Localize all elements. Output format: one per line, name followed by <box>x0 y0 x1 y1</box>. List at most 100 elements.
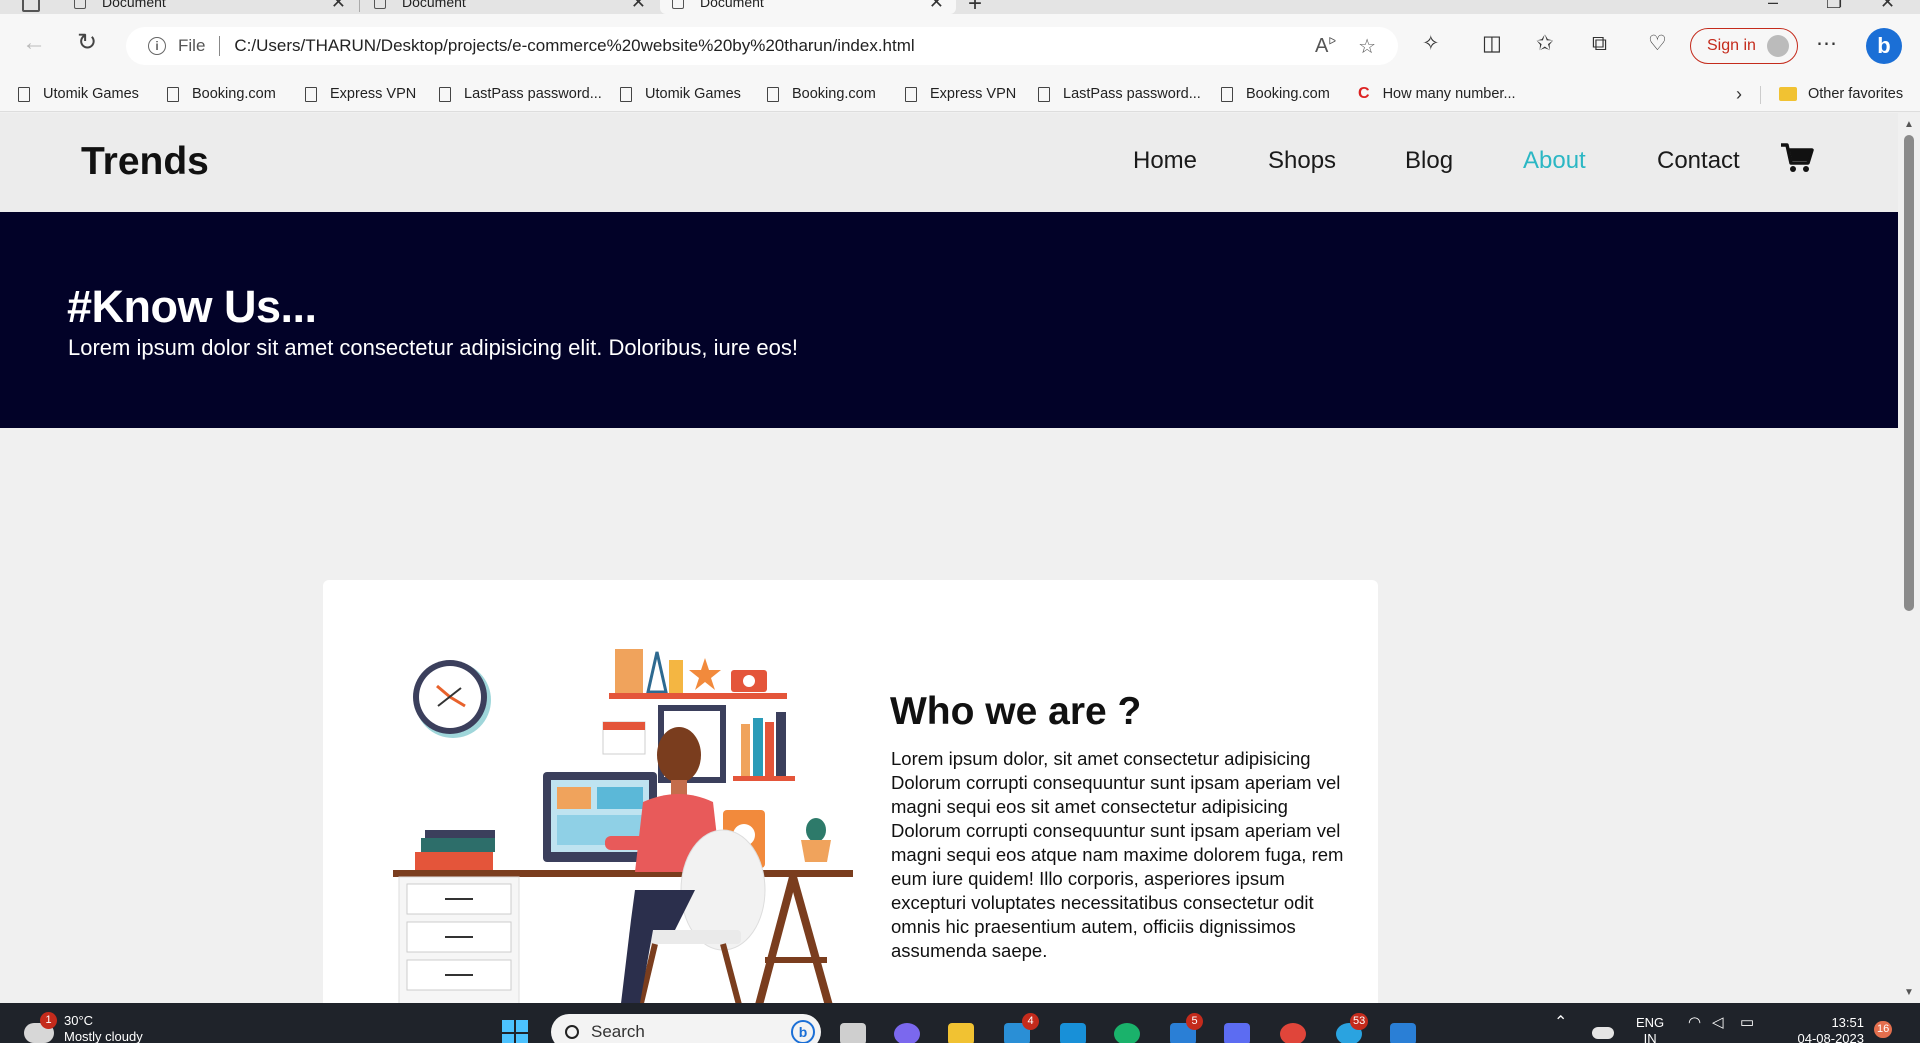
address-divider <box>219 36 221 56</box>
task-view-icon[interactable] <box>840 1023 866 1043</box>
maximize-icon[interactable]: ❐ <box>1826 0 1842 13</box>
bookmark-booking[interactable]: Booking.com <box>167 82 276 106</box>
favorites-icon[interactable]: ✩ <box>1536 33 1554 54</box>
webex-icon[interactable] <box>1224 1023 1250 1043</box>
bookmark-label: LastPass password... <box>464 86 602 102</box>
chevron-right-icon[interactable]: › <box>1736 84 1742 105</box>
nav-blog[interactable]: Blog <box>1405 147 1453 175</box>
language-code: ENG <box>1636 1015 1665 1030</box>
wifi-icon[interactable]: ◠ <box>1688 1015 1701 1031</box>
taskbar-search[interactable]: Search b <box>551 1014 821 1043</box>
edge-icon[interactable] <box>1114 1023 1140 1043</box>
sign-in-button[interactable]: Sign in <box>1690 28 1798 64</box>
myhp-icon[interactable] <box>1060 1023 1086 1043</box>
bookmark-label: Booking.com <box>192 86 276 102</box>
refresh-icon[interactable]: ↻ <box>77 31 97 55</box>
new-tab-icon[interactable]: + <box>968 0 982 14</box>
sign-in-label: Sign in <box>1707 37 1756 54</box>
bookmark-booking-2[interactable]: Booking.com <box>767 82 876 106</box>
bookmark-label: Utomik Games <box>645 86 741 102</box>
page-icon <box>305 86 317 102</box>
site-logo[interactable]: Trends <box>81 140 209 184</box>
bookmark-lastpass[interactable]: LastPass password... <box>439 82 602 106</box>
bookmark-label: Express VPN <box>330 86 417 102</box>
hero-subtitle: Lorem ipsum dolor sit amet consectetur a… <box>68 335 798 360</box>
tab-document-3[interactable]: Document ✕ <box>660 0 956 14</box>
tab-label: Document <box>700 0 764 10</box>
browser-essentials-icon[interactable]: ♡ <box>1648 33 1667 54</box>
windows-taskbar: 1 30°C Mostly cloudy Search b 4 5 53 ⌃ E… <box>0 1003 1920 1043</box>
language-indicator[interactable]: ENG IN <box>1636 1015 1664 1043</box>
close-tab-icon[interactable]: ✕ <box>331 0 346 13</box>
weather-widget[interactable]: 30°C Mostly cloudy <box>64 1013 143 1043</box>
tab-label: Document <box>102 0 166 10</box>
bookmark-label: Utomik Games <box>43 86 139 102</box>
bing-icon[interactable]: b <box>791 1020 815 1043</box>
tab-document-1[interactable]: Document ✕ <box>62 0 358 14</box>
bookmark-how-many-number[interactable]: C How many number... <box>1358 82 1516 106</box>
url-text[interactable]: C:/Users/THARUN/Desktop/projects/e-comme… <box>234 36 1315 56</box>
nav-shops[interactable]: Shops <box>1268 147 1336 175</box>
chrome-icon[interactable] <box>1280 1023 1306 1043</box>
bookmark-lastpass-2[interactable]: LastPass password... <box>1038 82 1201 106</box>
more-options-icon[interactable]: ⋯ <box>1816 33 1837 54</box>
teams-chat-icon[interactable] <box>894 1023 920 1043</box>
read-aloud-icon[interactable]: Aᐅ <box>1315 35 1336 58</box>
page-icon <box>1038 86 1050 102</box>
temperature: 30°C <box>64 1013 94 1028</box>
close-window-icon[interactable]: ✕ <box>1880 0 1895 13</box>
scroll-up-icon[interactable]: ▲ <box>1904 119 1914 130</box>
bookmark-express-vpn-2[interactable]: Express VPN <box>905 82 1016 106</box>
file-explorer-icon[interactable] <box>948 1023 974 1043</box>
bookmark-label: Other favorites <box>1808 86 1904 102</box>
bookmark-express-vpn[interactable]: Express VPN <box>305 82 416 106</box>
close-tab-icon[interactable]: ✕ <box>631 0 646 13</box>
page-icon <box>167 86 179 102</box>
telegram-badge: 53 <box>1350 1013 1369 1030</box>
vertical-scrollbar[interactable]: ▲ ▼ <box>1898 113 1920 1003</box>
favorite-star-icon[interactable]: ☆ <box>1358 34 1376 59</box>
tab-document-2[interactable]: Document ✕ <box>362 0 658 14</box>
store-badge: 5 <box>1186 1013 1203 1030</box>
about-body: Lorem ipsum dolor, sit amet consectetur … <box>891 748 1344 961</box>
windows-start-icon[interactable] <box>502 1020 528 1043</box>
page-icon <box>18 86 30 102</box>
scroll-down-icon[interactable]: ▼ <box>1904 987 1914 998</box>
notification-badge[interactable]: 16 <box>1874 1021 1893 1038</box>
tab-actions-icon[interactable] <box>22 0 40 12</box>
office-illustration <box>393 649 853 1003</box>
volume-icon[interactable]: ◁ <box>1712 1015 1724 1031</box>
nav-contact[interactable]: Contact <box>1657 147 1740 175</box>
back-icon[interactable]: ← <box>22 31 46 55</box>
other-favorites-folder[interactable]: Other favorites <box>1779 82 1903 106</box>
page-viewport: Trends Home Shops Blog About Contact #Kn… <box>0 113 1898 1003</box>
extensions-icon[interactable]: ✧ <box>1422 33 1440 54</box>
battery-icon[interactable]: ▭ <box>1740 1015 1754 1031</box>
scrollbar-thumb[interactable] <box>1904 135 1914 611</box>
vscode-icon[interactable] <box>1390 1023 1416 1043</box>
bing-copilot-icon[interactable]: b <box>1866 28 1902 64</box>
split-screen-icon[interactable]: ◫ <box>1482 33 1502 54</box>
search-placeholder: Search <box>591 1022 645 1041</box>
bookmark-booking-3[interactable]: Booking.com <box>1221 82 1330 106</box>
favorites-bar: Utomik Games Booking.com Express VPN Las… <box>0 78 1920 112</box>
info-icon[interactable]: i <box>148 37 166 55</box>
page-icon <box>374 0 386 9</box>
chevron-up-icon[interactable]: ⌃ <box>1554 1015 1567 1031</box>
clock[interactable]: 13:51 04-08-2023 <box>1784 1015 1865 1043</box>
scheme-label: File <box>178 36 206 55</box>
bookmark-utomik-games-2[interactable]: Utomik Games <box>620 82 741 106</box>
address-bar[interactable]: i File C:/Users/THARUN/Desktop/projects/… <box>126 27 1398 65</box>
bookmark-utomik-games[interactable]: Utomik Games <box>18 82 139 106</box>
nav-about[interactable]: About <box>1523 147 1586 175</box>
onedrive-icon[interactable] <box>1592 1027 1614 1039</box>
nav-home[interactable]: Home <box>1133 147 1197 175</box>
collections-icon[interactable]: ⧉ <box>1592 33 1607 54</box>
minimize-icon[interactable]: – <box>1768 0 1778 13</box>
close-tab-icon[interactable]: ✕ <box>929 0 944 13</box>
page-icon <box>672 0 684 9</box>
shopping-cart-icon[interactable] <box>1780 143 1814 173</box>
tab-divider <box>359 0 360 12</box>
avatar <box>1767 35 1789 57</box>
page-icon <box>439 86 451 102</box>
